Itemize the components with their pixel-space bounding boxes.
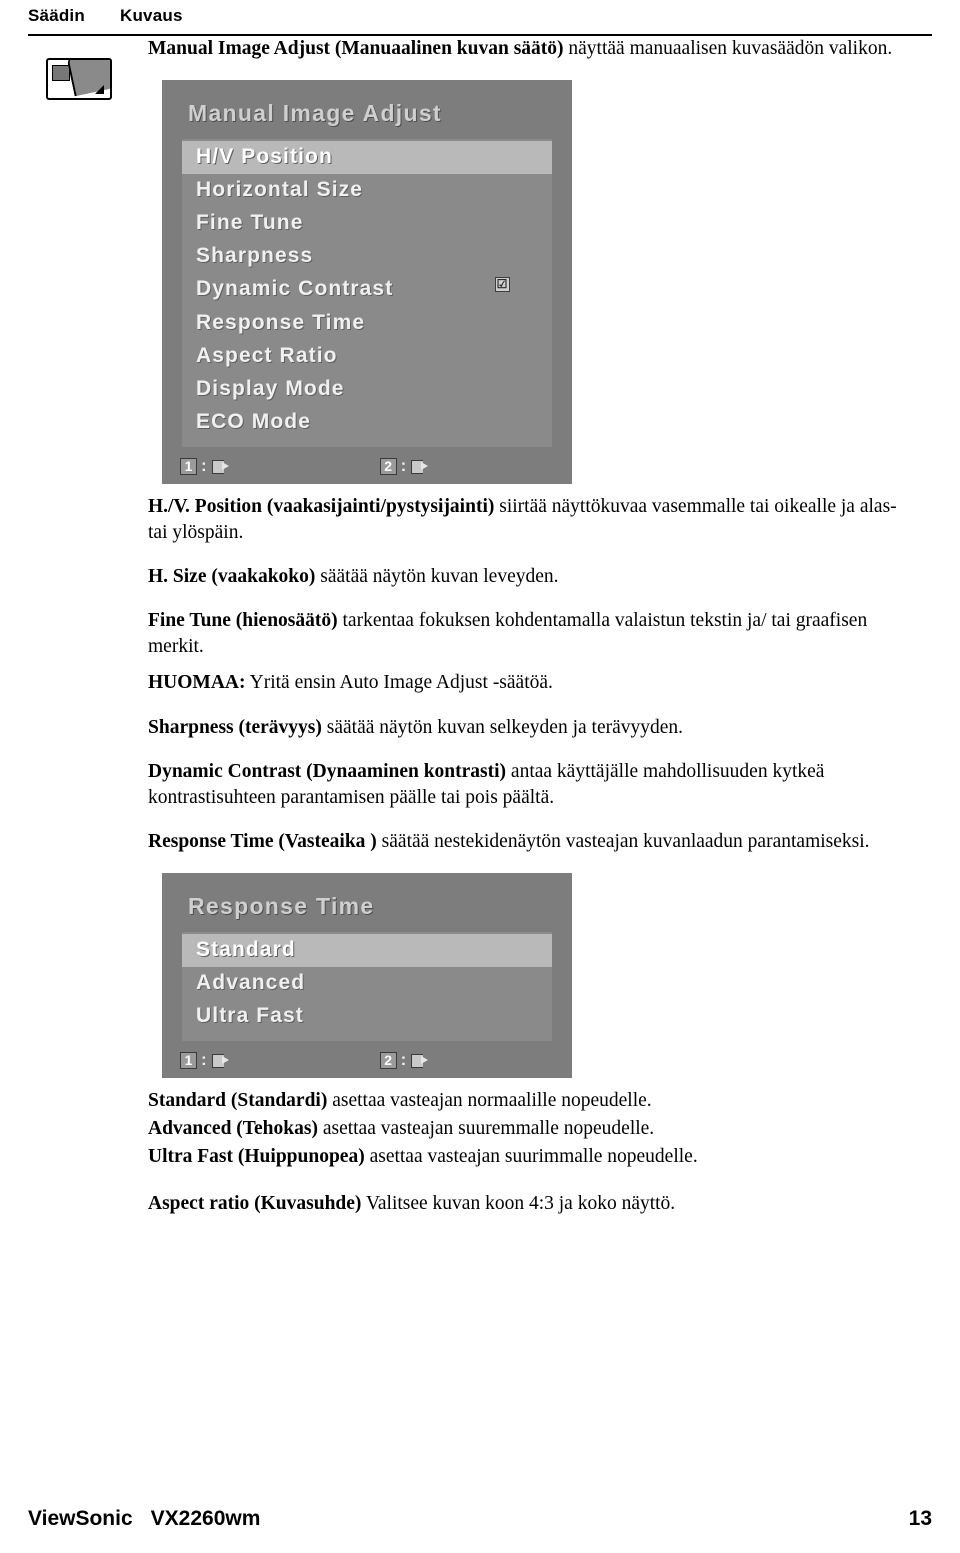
button-2-icon: 2 bbox=[379, 457, 397, 475]
osd2-footer: 1 : 2 : bbox=[180, 1049, 572, 1072]
osd2-footer-colon-2: : bbox=[400, 1050, 407, 1070]
osd2-title: Response Time bbox=[188, 893, 375, 920]
osd2-menu-list: Standard Advanced Ultra Fast bbox=[182, 931, 552, 1042]
paragraph-note: HUOMAA: Yritä ensin Auto Image Adjust -s… bbox=[148, 672, 553, 694]
osd-footer: 1 : 2 : bbox=[180, 455, 572, 478]
osd-footer-colon-2: : bbox=[400, 456, 407, 476]
osd-row-hv-position[interactable]: H/V Position bbox=[182, 140, 552, 175]
osd2-footer-key2-group: 2 : bbox=[379, 1049, 430, 1072]
paragraph-dynamic-contrast: Dynamic Contrast (Dynaaminen kontrasti) … bbox=[148, 760, 825, 808]
paragraph-aspect-ratio: Aspect ratio (Kuvasuhde) Valitsee kuvan … bbox=[148, 1193, 676, 1215]
paragraph-h-size: H. Size (vaakakoko) säätää näytön kuvan … bbox=[148, 566, 559, 588]
page-content: Manual Image Adjust (Manuaalinen kuvan s… bbox=[0, 36, 960, 1217]
osd-footer-key1-group: 1 : bbox=[180, 455, 230, 478]
footer-page-number: 13 bbox=[908, 1507, 932, 1530]
footer-brand: ViewSonic bbox=[28, 1507, 133, 1530]
description-ultra-fast: Ultra Fast (Huippunopea) asettaa vasteaj… bbox=[148, 1145, 698, 1167]
intro-bold: Manual Image Adjust (Manuaalinen kuvan s… bbox=[148, 38, 564, 59]
osd-manual-image-adjust: Manual Image Adjust H/V Position Horizon… bbox=[162, 80, 572, 484]
intro-rest: näyttää manuaalisen kuvasäädön valikon. bbox=[563, 38, 893, 59]
osd-menu-list: H/V Position Horizontal Size Fine Tune S… bbox=[182, 138, 552, 448]
manual-image-adjust-icon-cell bbox=[46, 58, 116, 104]
osd-row-eco-mode[interactable]: ECO Mode bbox=[182, 406, 552, 439]
osd-row-standard[interactable]: Standard bbox=[182, 933, 552, 968]
paragraph-hv-position: H./V. Position (vaakasijainti/pystysijai… bbox=[148, 495, 897, 543]
osd-response-time: Response Time Standard Advanced Ultra Fa… bbox=[162, 873, 572, 1079]
osd-row-fine-tune[interactable]: Fine Tune bbox=[182, 207, 552, 240]
button-2-icon: 2 bbox=[379, 1052, 397, 1070]
paragraph-sharpness: Sharpness (terävyys) säätää näytön kuvan… bbox=[148, 716, 684, 738]
monitor-adjust-icon bbox=[46, 58, 112, 100]
response-time-descriptions: Standard (Standardi) asettaa vasteajan n… bbox=[148, 1088, 920, 1169]
checkbox-checked-icon[interactable]: ☑ bbox=[495, 277, 510, 293]
osd-row-advanced[interactable]: Advanced bbox=[182, 967, 552, 1000]
footer-model: VX2260wm bbox=[150, 1507, 261, 1530]
enter-icon bbox=[211, 1053, 230, 1069]
osd-footer-colon-1: : bbox=[201, 456, 207, 476]
osd-row-ultra-fast[interactable]: Ultra Fast bbox=[182, 1000, 552, 1033]
osd-row-response-time[interactable]: Response Time bbox=[182, 307, 552, 340]
button-1-icon: 1 bbox=[180, 457, 197, 475]
intro-paragraph: Manual Image Adjust (Manuaalinen kuvan s… bbox=[148, 36, 920, 62]
osd-row-aspect-ratio[interactable]: Aspect Ratio bbox=[182, 340, 552, 373]
osd-row-dynamic-contrast[interactable]: Dynamic Contrast ☑ bbox=[182, 273, 552, 306]
description-advanced: Advanced (Tehokas) asettaa vasteajan suu… bbox=[148, 1117, 655, 1139]
paragraph-fine-tune: Fine Tune (hienosäätö) tarkentaa fokukse… bbox=[148, 610, 868, 658]
enter-icon bbox=[411, 1053, 429, 1069]
text-column: Manual Image Adjust (Manuaalinen kuvan s… bbox=[148, 36, 920, 1217]
osd-footer-key2-group: 2 : bbox=[379, 455, 430, 478]
paragraph-response-time: Response Time (Vasteaika ) säätää nestek… bbox=[148, 830, 870, 852]
description-standard: Standard (Standardi) asettaa vasteajan n… bbox=[148, 1090, 652, 1112]
osd-row-display-mode[interactable]: Display Mode bbox=[182, 373, 552, 406]
page-header: Säädin Kuvaus bbox=[0, 0, 960, 26]
header-column-kuvaus: Kuvaus bbox=[120, 6, 183, 25]
button-1-icon: 1 bbox=[180, 1052, 197, 1070]
osd-row-sharpness[interactable]: Sharpness bbox=[182, 240, 552, 273]
enter-icon bbox=[411, 459, 429, 474]
osd2-footer-colon-1: : bbox=[201, 1050, 207, 1070]
osd-row-horizontal-size[interactable]: Horizontal Size bbox=[182, 174, 552, 207]
enter-icon bbox=[211, 459, 230, 474]
osd2-footer-key1-group: 1 : bbox=[180, 1049, 230, 1072]
osd-title: Manual Image Adjust bbox=[188, 100, 442, 127]
page-footer: ViewSonic VX2260wm 13 bbox=[0, 1507, 960, 1531]
header-column-saadin: Säädin bbox=[28, 6, 85, 25]
